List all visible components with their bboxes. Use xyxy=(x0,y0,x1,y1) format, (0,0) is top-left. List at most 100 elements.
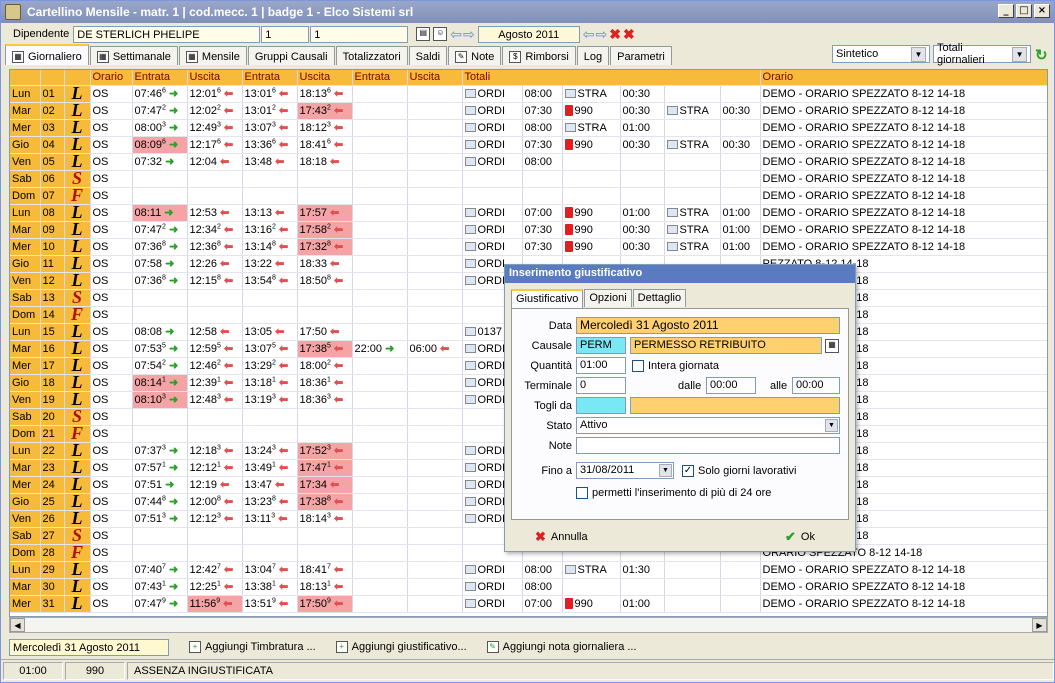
total-code[interactable]: ORDI xyxy=(462,102,523,120)
delete-icon[interactable]: ✖ xyxy=(609,26,621,43)
matricola-field[interactable]: 1 xyxy=(261,25,310,43)
table-row[interactable]: Lun 01 L OS 07:466 ➜ 12:016 ⬅ 13:016 ⬅ 18:136 ⬅… xyxy=(10,85,1047,103)
total-code[interactable]: ORDI xyxy=(462,153,523,171)
user-icon[interactable]: ☺ xyxy=(433,27,448,41)
time-cell[interactable]: 12:342 ⬅ xyxy=(187,221,243,239)
time-cell[interactable]: 12:008 ⬅ xyxy=(187,493,243,511)
badge-field[interactable]: 1 xyxy=(310,25,409,43)
time-cell[interactable]: 08:11 ➜ xyxy=(132,204,188,222)
tab-rimborsi[interactable]: $ Rimborsi xyxy=(502,46,576,65)
stato-select[interactable]: Attivo ▼ xyxy=(576,417,840,434)
tab-dettaglio[interactable]: Dettaglio xyxy=(632,289,687,307)
time-cell[interactable]: 12:183 ⬅ xyxy=(187,442,243,460)
col-entrata[interactable]: Entrata xyxy=(242,70,298,86)
time-cell[interactable]: 17:523 ⬅ xyxy=(297,442,353,460)
maximize-button[interactable]: □ xyxy=(1016,4,1032,18)
prev-employee-icon[interactable]: ⇦ xyxy=(450,26,462,43)
time-cell[interactable]: 13:075 ⬅ xyxy=(242,340,298,358)
terminale-field[interactable]: 0 xyxy=(576,377,626,394)
close-button[interactable]: × xyxy=(1034,4,1050,18)
add-nota-button[interactable]: ✎ Aggiungi nota giornaliera ... xyxy=(486,641,637,653)
time-cell[interactable]: 17:432 ⬅ xyxy=(297,102,353,120)
total-code[interactable]: ORDI xyxy=(462,561,523,579)
total-code[interactable]: 990 xyxy=(562,136,621,154)
time-cell[interactable]: 18:123 ⬅ xyxy=(297,119,353,137)
time-cell[interactable]: 18:416 ⬅ xyxy=(297,136,353,154)
solo-lavorativi-checkbox[interactable]: ✓ xyxy=(682,465,694,477)
table-row[interactable]: Mar 09 L OS 07:472 ➜ 12:342 ⬅ 13:162 ⬅ 17:582 ⬅… xyxy=(10,221,1047,239)
total-code[interactable]: 990 xyxy=(562,221,621,239)
refresh-icon[interactable]: ↻ xyxy=(1035,46,1048,64)
time-cell[interactable]: 12:022 ⬅ xyxy=(187,102,243,120)
total-code[interactable]: STRA xyxy=(562,561,621,579)
view-select[interactable]: Sintetico ▼ xyxy=(832,45,930,63)
total-code[interactable]: STRA xyxy=(664,221,721,239)
total-code[interactable]: ORDI xyxy=(462,85,523,103)
total-code[interactable]: ORDI xyxy=(462,238,523,256)
time-cell[interactable]: 17:34 ⬅ xyxy=(297,476,353,494)
time-cell[interactable]: 13:366 ⬅ xyxy=(242,136,298,154)
time-cell[interactable]: 18:18 ⬅ xyxy=(297,153,353,171)
minimize-button[interactable]: _ xyxy=(998,4,1014,18)
time-cell[interactable]: 18:363 ⬅ xyxy=(297,391,353,409)
time-cell[interactable]: 07:472 ➜ xyxy=(132,102,188,120)
togli-code-field[interactable] xyxy=(576,397,626,414)
time-cell[interactable]: 22:00 ➜ xyxy=(352,340,408,358)
tab-giustificativo[interactable]: Giustificativo xyxy=(511,289,584,309)
tab-totalizzatori[interactable]: Totalizzatori xyxy=(335,46,408,65)
time-cell[interactable]: 13:016 ⬅ xyxy=(242,85,298,103)
total-code[interactable]: 990 xyxy=(562,238,621,256)
table-row[interactable]: Ven 05 L OS 07:32 ➜ 12:04 ⬅ 13:48 ⬅ 18:18 ⬅ ORDI… xyxy=(10,153,1047,171)
time-cell[interactable]: 07:466 ➜ xyxy=(132,85,188,103)
time-cell[interactable]: 07:571 ➜ xyxy=(132,459,188,477)
time-cell[interactable]: 08:096 ➜ xyxy=(132,136,188,154)
total-code[interactable]: STRA xyxy=(664,204,721,222)
scroll-left-icon[interactable]: ◀ xyxy=(10,618,25,632)
time-cell[interactable]: 12:158 ⬅ xyxy=(187,272,243,290)
time-cell[interactable]: 12:26 ⬅ xyxy=(187,255,243,273)
add-giustificativo-button[interactable]: + Aggiungi giustificativo... xyxy=(335,641,467,653)
time-cell[interactable]: 13:181 ⬅ xyxy=(242,374,298,392)
time-cell[interactable]: 12:595 ⬅ xyxy=(187,340,243,358)
time-cell[interactable]: 07:479 ➜ xyxy=(132,595,188,613)
time-cell[interactable]: 17:509 ⬅ xyxy=(297,595,353,613)
fino-field[interactable]: 31/08/2011 ▼ xyxy=(576,462,674,479)
time-cell[interactable]: 13:113 ⬅ xyxy=(242,510,298,528)
time-cell[interactable]: 06:00 ⬅ xyxy=(407,340,463,358)
table-row[interactable]: Mar 02 L OS 07:472 ➜ 12:022 ⬅ 13:012 ⬅ 17:432 ⬅… xyxy=(10,102,1047,120)
time-cell[interactable]: 12:176 ⬅ xyxy=(187,136,243,154)
col-uscita[interactable]: Uscita xyxy=(407,70,463,86)
total-code[interactable]: ORDI xyxy=(462,119,523,137)
time-cell[interactable]: 08:103 ➜ xyxy=(132,391,188,409)
time-cell[interactable]: 07:535 ➜ xyxy=(132,340,188,358)
time-cell[interactable]: 17:328 ⬅ xyxy=(297,238,353,256)
time-cell[interactable]: 13:162 ⬅ xyxy=(242,221,298,239)
table-row[interactable]: Mer 10 L OS 07:368 ➜ 12:368 ⬅ 13:148 ⬅ 17:328 ⬅… xyxy=(10,238,1047,256)
time-cell[interactable]: 07:368 ➜ xyxy=(132,272,188,290)
alle-field[interactable]: 00:00 xyxy=(792,377,840,394)
total-code[interactable]: 990 xyxy=(562,204,621,222)
table-row[interactable]: Mer 03 L OS 08:003 ➜ 12:493 ⬅ 13:073 ⬅ 18:123 ⬅… xyxy=(10,119,1047,137)
total-code[interactable]: STRA xyxy=(664,102,721,120)
time-cell[interactable]: 08:141 ➜ xyxy=(132,374,188,392)
time-cell[interactable]: 18:131 ⬅ xyxy=(297,578,353,596)
tab-giornaliero[interactable]: ▦ Giornaliero xyxy=(5,44,89,65)
table-row[interactable]: Sab 06 S OS DEMO - ORARIO SPEZZATO 8-12 14-1… xyxy=(10,170,1047,188)
time-cell[interactable]: 13:13 ⬅ xyxy=(242,204,298,222)
time-cell[interactable]: 12:58 ⬅ xyxy=(187,323,243,341)
print-icon[interactable]: ▤ xyxy=(416,27,431,41)
total-code[interactable]: ORDI xyxy=(462,578,523,596)
col-entrata[interactable]: Entrata xyxy=(352,70,408,86)
time-cell[interactable]: 13:548 ⬅ xyxy=(242,272,298,290)
time-cell[interactable]: 18:136 ⬅ xyxy=(297,85,353,103)
total-code[interactable]: STRA xyxy=(664,136,721,154)
time-cell[interactable]: 07:58 ➜ xyxy=(132,255,188,273)
time-cell[interactable]: 17:57 ⬅ xyxy=(297,204,353,222)
time-cell[interactable]: 13:491 ⬅ xyxy=(242,459,298,477)
causale-desc-field[interactable]: PERMESSO RETRIBUITO xyxy=(630,337,822,354)
time-cell[interactable]: 18:417 ⬅ xyxy=(297,561,353,579)
total-code[interactable]: STRA xyxy=(562,85,621,103)
permetti-checkbox[interactable] xyxy=(576,487,588,499)
table-row[interactable]: Lun 29 L OS 07:407 ➜ 12:427 ⬅ 13:047 ⬅ 18:417 ⬅… xyxy=(10,561,1047,579)
time-cell[interactable]: 07:32 ➜ xyxy=(132,153,188,171)
